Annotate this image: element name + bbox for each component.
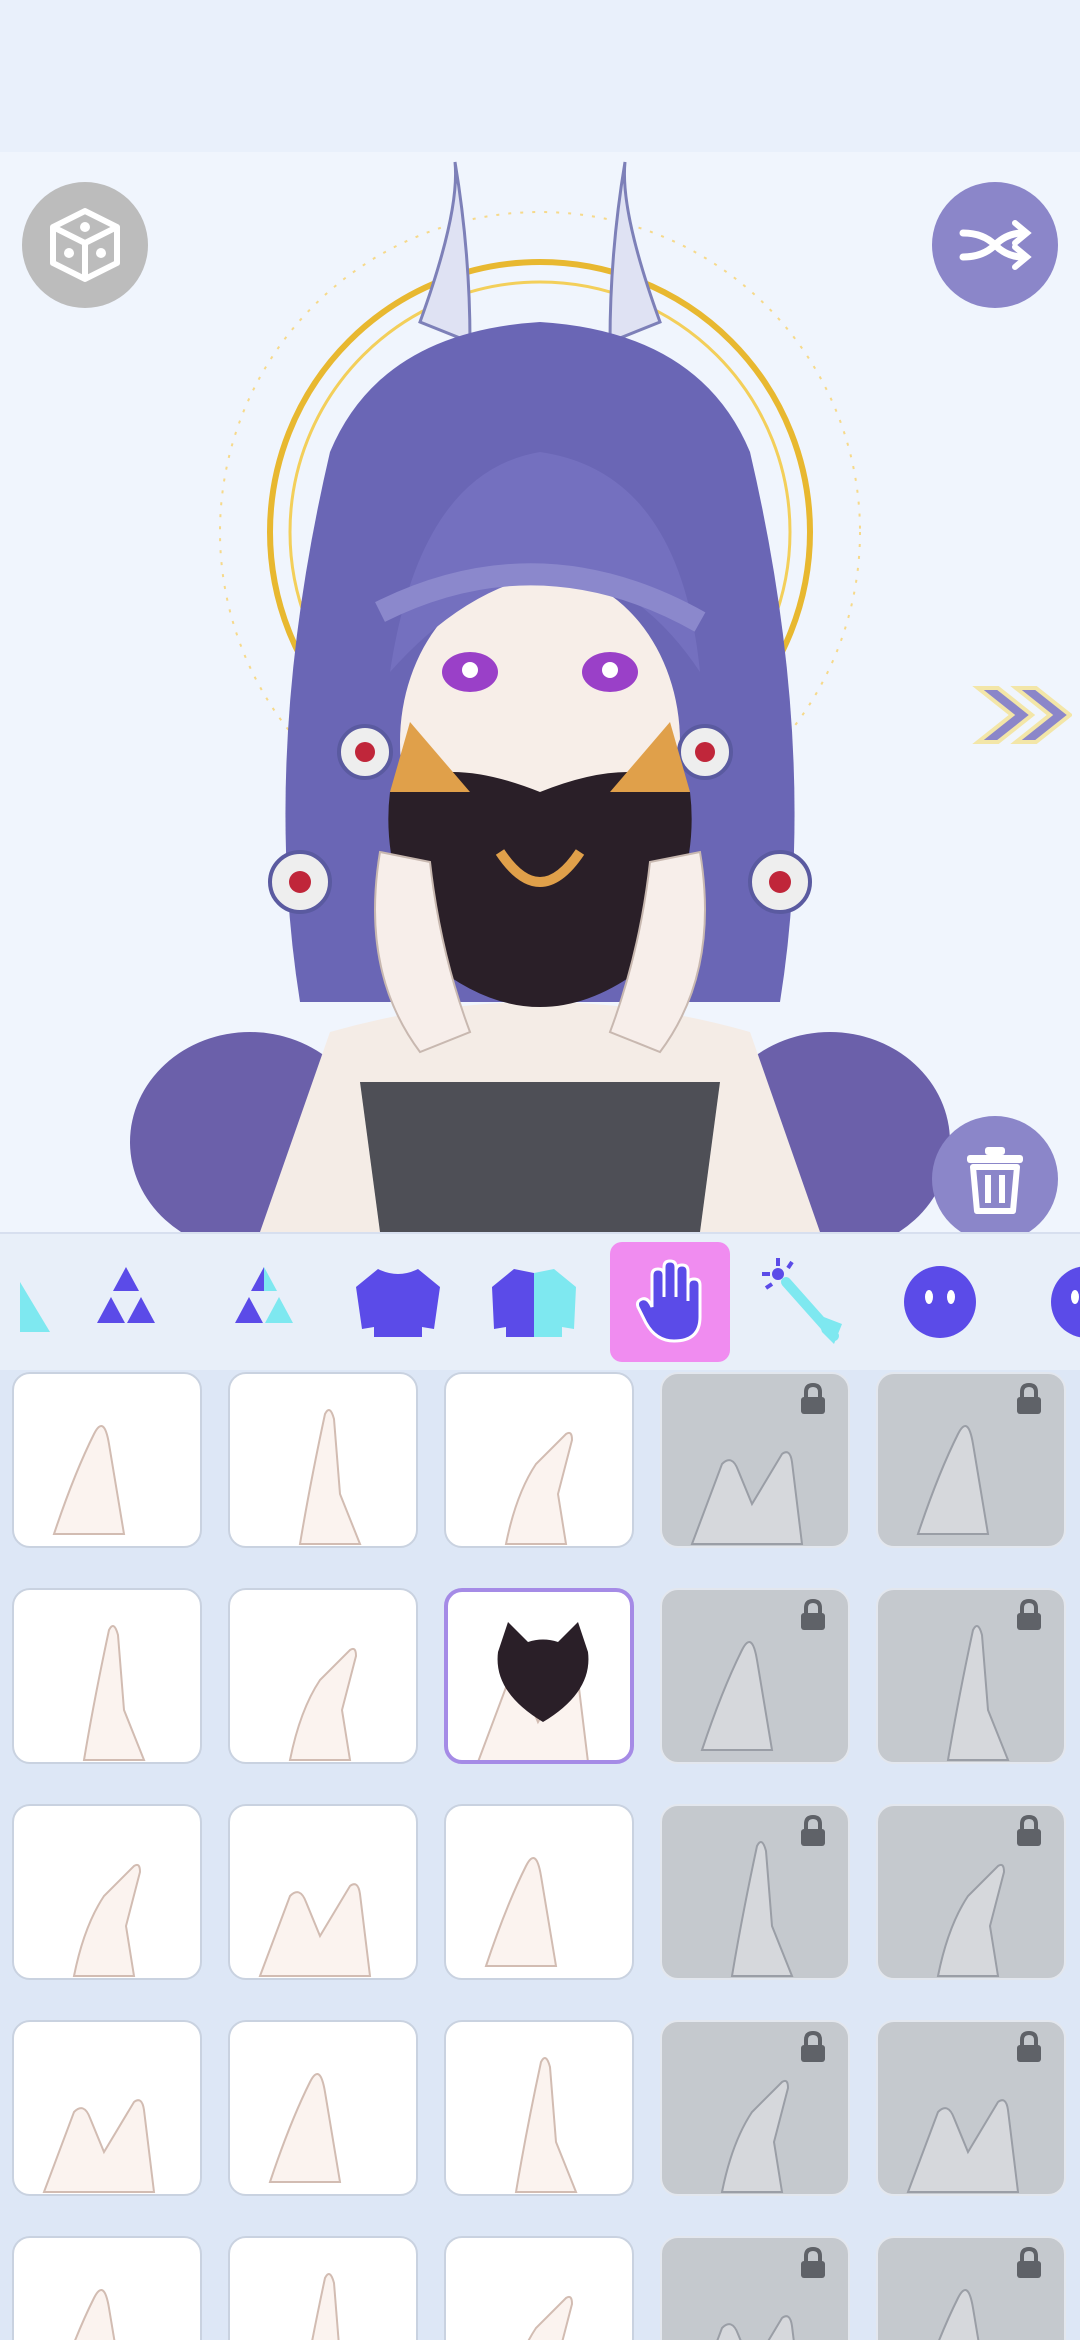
hand-pose-item[interactable]: [444, 1804, 634, 1980]
hand-pose-item[interactable]: [228, 2020, 418, 2196]
hand-pose-item[interactable]: [12, 1804, 202, 1980]
hand-pose-item[interactable]: [228, 2236, 418, 2340]
lock-icon: [1017, 1814, 1041, 1846]
hand-pose-thumbnail: [477, 1622, 589, 1760]
hand-pose-thumbnail: [268, 2073, 342, 2183]
partial-face-icon: [1051, 1266, 1080, 1338]
category-magic-wand[interactable]: [746, 1242, 866, 1362]
next-page-button[interactable]: [972, 680, 1074, 750]
hand-pose-item[interactable]: [660, 1588, 850, 1764]
hand-pose-item[interactable]: [444, 2236, 634, 2340]
hand-pose-thumbnail: [504, 1431, 574, 1545]
lock-icon: [801, 1814, 825, 1846]
hand-pose-thumbnail: [74, 2289, 116, 2340]
category-partial-face[interactable]: [1010, 1242, 1080, 1362]
triangles-color-icon: [235, 1267, 293, 1323]
sweater-icon: [356, 1269, 440, 1337]
jacket-icon: [492, 1269, 576, 1337]
hand-pose-thumbnail: [42, 2099, 156, 2193]
hand-pose-item[interactable]: [228, 1372, 418, 1548]
lock-icon: [801, 2246, 825, 2278]
hand-pose-item[interactable]: [660, 2020, 850, 2196]
hand-pose-item[interactable]: [660, 2236, 850, 2340]
partial-shape-icon: [20, 1282, 50, 1332]
shuffle-button[interactable]: [932, 182, 1058, 308]
hand-pose-item[interactable]: [660, 1372, 850, 1548]
category-hand[interactable]: [610, 1242, 730, 1362]
hand-pose-item[interactable]: [876, 2236, 1066, 2340]
character-illustration: [130, 161, 950, 1232]
hand-icon: [636, 1259, 702, 1343]
hand-pose-thumbnail: [72, 1863, 142, 1977]
category-triangles-color[interactable]: [204, 1242, 324, 1362]
hand-pose-thumbnail: [298, 1409, 362, 1545]
category-triangles[interactable]: [66, 1242, 186, 1362]
hand-pose-item[interactable]: [876, 1804, 1066, 1980]
category-face[interactable]: [880, 1242, 1000, 1362]
hand-pose-thumbnail: [514, 2057, 578, 2193]
triangles-icon: [97, 1267, 155, 1323]
category-sweater[interactable]: [338, 1242, 458, 1362]
lock-icon: [1017, 1598, 1041, 1630]
double-chevron-icon: [972, 686, 1074, 744]
lock-icon: [1017, 2030, 1041, 2062]
trash-icon: [967, 1147, 1023, 1214]
lock-icon: [1017, 2246, 1041, 2278]
hand-pose-item[interactable]: [12, 1588, 202, 1764]
hand-pose-item[interactable]: [876, 2020, 1066, 2196]
hand-pose-item[interactable]: [12, 1372, 202, 1548]
hand-pose-item[interactable]: [228, 1804, 418, 1980]
character-preview: [0, 152, 1080, 1232]
hand-pose-item[interactable]: [876, 1588, 1066, 1764]
hand-pose-item[interactable]: [12, 2020, 202, 2196]
category-bar: [0, 1232, 1080, 1372]
delete-button[interactable]: [932, 1116, 1058, 1242]
hand-pose-item[interactable]: [444, 1372, 634, 1548]
hand-pose-item[interactable]: [12, 2236, 202, 2340]
hand-pose-item[interactable]: [444, 2020, 634, 2196]
lock-icon: [801, 1382, 825, 1414]
random-dice-button[interactable]: [22, 182, 148, 308]
shuffle-icon: [959, 220, 1032, 270]
hand-pose-thumbnail: [288, 1647, 358, 1761]
hand-pose-thumbnail: [311, 2273, 340, 2340]
category-jacket[interactable]: [474, 1242, 594, 1362]
magic-wand-icon: [762, 1258, 842, 1344]
hand-pose-item[interactable]: [876, 1372, 1066, 1548]
lock-icon: [1017, 1382, 1041, 1414]
hand-pose-thumbnail: [484, 1857, 558, 1967]
hand-pose-thumbnail: [258, 1883, 372, 1977]
hand-pose-item[interactable]: [228, 1588, 418, 1764]
lock-icon: [801, 1598, 825, 1630]
hand-pose-item[interactable]: [660, 1804, 850, 1980]
face-icon: [904, 1266, 976, 1338]
hand-pose-item[interactable]: [444, 1588, 634, 1764]
hand-pose-thumbnail: [82, 1625, 146, 1761]
hand-pose-thumbnail: [527, 2295, 574, 2340]
hand-pose-grid: [0, 1370, 1080, 2340]
dice-icon: [50, 208, 120, 282]
lock-icon: [801, 2030, 825, 2062]
status-bar: [0, 0, 1080, 152]
hand-pose-thumbnail: [52, 1425, 126, 1535]
